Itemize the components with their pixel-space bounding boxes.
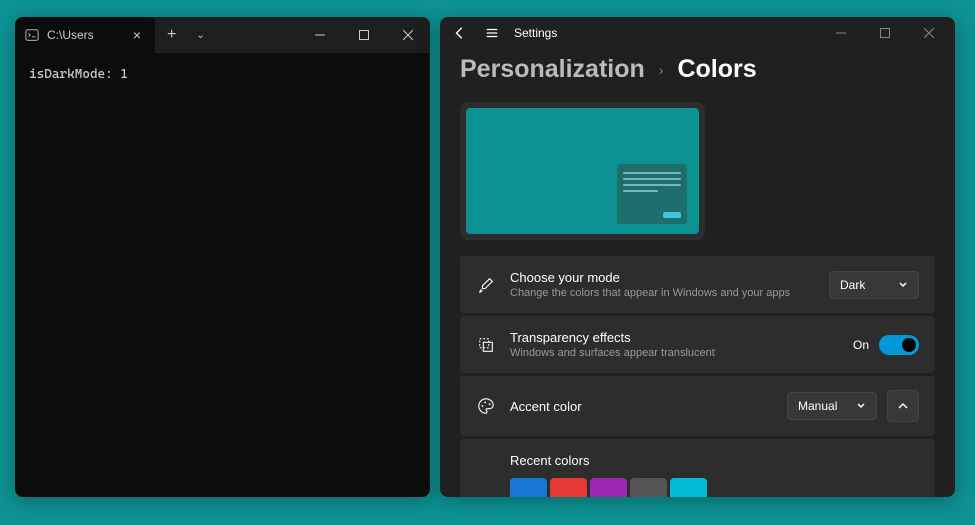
accent-dropdown[interactable]: Manual xyxy=(787,392,877,420)
chevron-up-icon xyxy=(897,400,909,412)
preview-window-mock xyxy=(617,164,687,224)
maximize-button[interactable] xyxy=(342,17,386,53)
accent-color-text: Accent color xyxy=(510,399,773,414)
terminal-output[interactable]: isDarkMode: 1 xyxy=(15,53,430,96)
minimize-button[interactable] xyxy=(819,17,863,49)
color-swatch-0[interactable] xyxy=(510,478,547,497)
choose-mode-text: Choose your mode Change the colors that … xyxy=(510,270,815,299)
color-swatch-4[interactable] xyxy=(670,478,707,497)
minimize-button[interactable] xyxy=(298,17,342,53)
recent-colors-row xyxy=(510,478,919,497)
chevron-right-icon: › xyxy=(659,62,664,78)
terminal-tab-title: C:\Users xyxy=(47,28,121,42)
transparency-subtitle: Windows and surfaces appear translucent xyxy=(510,347,839,359)
settings-app-title: Settings xyxy=(514,26,557,40)
breadcrumb: Personalization › Colors xyxy=(460,55,935,84)
chevron-down-icon xyxy=(898,280,908,290)
toggle-thumb xyxy=(902,338,916,352)
accent-dropdown-value: Manual xyxy=(798,399,837,413)
terminal-tab[interactable]: C:\Users × xyxy=(15,17,155,53)
color-swatch-1[interactable] xyxy=(550,478,587,497)
chevron-down-icon xyxy=(856,401,866,411)
transparency-text: Transparency effects Windows and surface… xyxy=(510,330,839,359)
transparency-toggle[interactable] xyxy=(879,335,919,355)
transparency-row: Transparency effects Windows and surface… xyxy=(460,316,935,373)
accent-color-row: Accent color Manual xyxy=(460,376,935,436)
terminal-tab-close-button[interactable]: × xyxy=(129,27,145,43)
recent-colors-title: Recent colors xyxy=(510,453,919,468)
settings-window-controls xyxy=(819,17,951,49)
settings-window: Settings Personalization › Colors xyxy=(440,17,955,497)
accent-color-title: Accent color xyxy=(510,399,773,414)
maximize-button[interactable] xyxy=(863,17,907,49)
color-swatch-3[interactable] xyxy=(630,478,667,497)
palette-icon xyxy=(476,396,496,416)
terminal-window: C:\Users × + ⌄ isDarkMode: 1 xyxy=(15,17,430,497)
settings-body: Personalization › Colors Choose your mod… xyxy=(440,49,955,497)
transparency-icon xyxy=(476,335,496,355)
close-button[interactable] xyxy=(907,17,951,49)
recent-colors-section: Recent colors xyxy=(460,439,935,497)
new-tab-button[interactable]: + xyxy=(155,26,188,44)
color-preview-card xyxy=(460,102,705,240)
breadcrumb-parent[interactable]: Personalization xyxy=(460,55,645,84)
color-swatch-2[interactable] xyxy=(590,478,627,497)
back-button[interactable] xyxy=(444,17,476,49)
terminal-titlebar: C:\Users × + ⌄ xyxy=(15,17,430,53)
transparency-title: Transparency effects xyxy=(510,330,839,345)
breadcrumb-current: Colors xyxy=(677,55,756,84)
accent-expand-button[interactable] xyxy=(887,390,919,422)
terminal-icon xyxy=(25,28,39,42)
choose-mode-title: Choose your mode xyxy=(510,270,815,285)
brush-icon xyxy=(476,275,496,295)
close-button[interactable] xyxy=(386,17,430,53)
choose-mode-row: Choose your mode Change the colors that … xyxy=(460,256,935,313)
settings-titlebar: Settings xyxy=(440,17,955,49)
preview-desktop xyxy=(466,108,699,234)
terminal-window-controls xyxy=(298,17,430,53)
mode-dropdown[interactable]: Dark xyxy=(829,271,919,299)
mode-dropdown-value: Dark xyxy=(840,278,865,292)
hamburger-menu-button[interactable] xyxy=(476,17,508,49)
tab-dropdown-button[interactable]: ⌄ xyxy=(188,30,212,41)
transparency-state-label: On xyxy=(853,338,869,352)
choose-mode-subtitle: Change the colors that appear in Windows… xyxy=(510,287,815,299)
